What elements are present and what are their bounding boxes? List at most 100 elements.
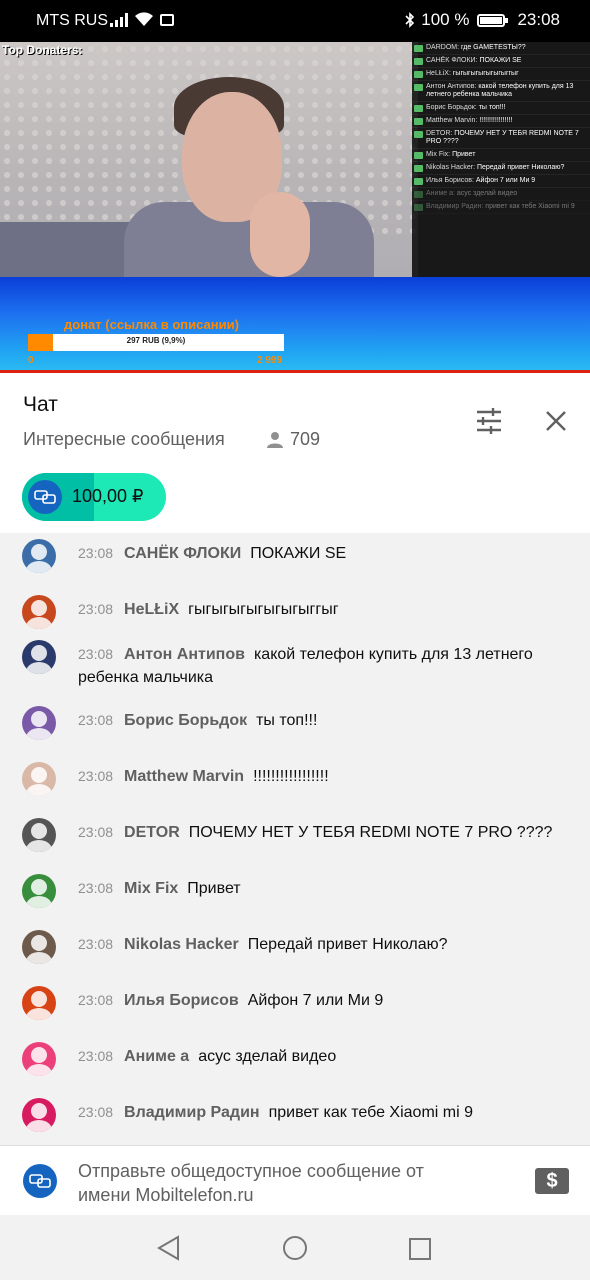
message-text: гыгыгыгыгыгыгыггыг [188,601,339,618]
message-author[interactable]: Аниме а [124,1048,189,1065]
message-time: 23:08 [78,1048,114,1064]
battery-percent: 100 % [421,10,470,29]
author-avatar[interactable] [22,762,56,796]
message-time: 23:08 [78,646,114,662]
overlay-author: САНЁК ФЛОКИ: [426,57,478,64]
message-time: 23:08 [78,936,114,952]
donation-min: 0 [28,355,34,366]
message-author[interactable]: HeLŁiX [124,601,179,618]
donation-banner: донат (ссылка в описании) 297 RUB (9,9%)… [0,277,590,372]
overlay-chat-row: Mix Fix: Привет [412,149,590,162]
chat-mode-selector[interactable]: Интересные сообщения [23,429,225,450]
author-avatar[interactable] [22,986,56,1020]
overlay-author: Владимир Радин: [426,203,484,210]
chat-title: Чат [23,393,58,416]
overlay-text: где GAMETESTЫ?? [461,44,526,51]
overlay-chat-row: Владимир Радин: привет как тебе Xiaomi m… [412,201,590,214]
overlay-text: Айфон 7 или Ми 9 [475,177,536,184]
carrier-label: MTS RUS [36,12,108,29]
super-chat-amount: 100,00 ₽ [72,486,144,506]
message-time: 23:08 [78,824,114,840]
super-chat-chip[interactable]: 100,00 ₽ [22,473,166,521]
author-avatar[interactable] [22,874,56,908]
chat-input[interactable]: Отправьте общедоступное сообщение от име… [78,1159,478,1207]
overlay-author: DETOR: [426,130,453,137]
recents-icon[interactable] [408,1237,432,1261]
stream-overlay-chat: DARDOM: где GAMETESTЫ?? САНЁК ФЛОКИ: ПОКА… [412,42,590,277]
back-icon[interactable] [156,1235,182,1261]
overlay-chat-row: Nikolas Hacker: Передай привет Николаю? [412,162,590,175]
message-text: ПОКАЖИ SE [250,545,347,562]
overlay-author: Аниме а: [426,190,455,197]
overlay-text: Привет [452,151,476,158]
overlay-chat-row: САНЁК ФЛОКИ: ПОКАЖИ SE [412,55,590,68]
signal-icon [110,13,128,27]
overlay-text: Передай привет Николаю? [476,164,565,171]
message-author[interactable]: Владимир Радин [124,1104,260,1121]
message-time: 23:08 [78,768,114,784]
person-icon [267,431,283,448]
message-author[interactable]: Nikolas Hacker [124,936,239,953]
chat-message-list[interactable]: 23:08 САНЁК ФЛОКИ ПОКАЖИ SE 23:08 HeLŁiX гыгы… [0,533,590,1145]
author-avatar[interactable] [22,595,56,629]
message-text: ПОЧЕМУ НЕТ У ТЕБЯ REDMI NOTE 7 PRO ???? [188,824,553,841]
bluetooth-icon [405,12,415,28]
overlay-chat-row: HeLŁiX: гыгыгыгыгыгыгыггыг [412,68,590,81]
overlay-avatar [414,131,423,138]
close-icon[interactable] [544,409,568,433]
super-chat-icon [28,480,62,514]
overlay-avatar [414,58,423,65]
overlay-author: DARDOM: [426,44,460,51]
author-avatar[interactable] [22,1042,56,1076]
author-avatar[interactable] [22,640,56,674]
message-time: 23:08 [78,712,114,728]
donation-progress-bar: 297 RUB (9,9%) [28,334,284,351]
dollar-icon[interactable]: $ [535,1168,569,1194]
overlay-author: Mix Fix: [426,151,451,158]
author-avatar[interactable] [22,539,56,573]
overlay-text: !!!!!!!!!!!!!!!!! [479,117,513,124]
overlay-text: ты топ!!! [478,104,506,111]
message-author[interactable]: Mix Fix [124,880,178,897]
message-author[interactable]: Антон Антипов [124,646,245,663]
message-author[interactable]: Matthew Marvin [124,768,244,785]
message-author[interactable]: САНЁК ФЛОКИ [124,545,241,562]
message-author[interactable]: DETOR [124,824,180,841]
overlay-avatar [414,84,423,91]
video-player[interactable]: Top Donaters: DARDOM: где GAMETESTЫ?? САН… [0,42,590,372]
overlay-avatar [414,204,423,211]
overlay-avatar [414,45,423,52]
battery-icon [477,13,509,27]
overlay-avatar [414,71,423,78]
overlay-avatar [414,105,423,112]
donation-title: донат (ссылка в описании) [64,317,239,332]
tune-icon[interactable] [474,407,504,435]
donation-max: 2 999 [257,355,283,366]
author-avatar[interactable] [22,706,56,740]
message-text: асус зделай видео [198,1048,337,1065]
author-avatar[interactable] [22,930,56,964]
overlay-avatar [414,191,423,198]
home-icon[interactable] [282,1235,308,1261]
notification-icon [160,14,174,26]
top-donaters-label: Top Donaters: [2,43,83,57]
super-chat-button[interactable] [23,1164,57,1198]
overlay-chat-row: Matthew Marvin: !!!!!!!!!!!!!!!!! [412,115,590,128]
message-author[interactable]: Илья Борисов [124,992,239,1009]
message-author[interactable]: Борис Борьдок [124,712,247,729]
author-avatar[interactable] [22,818,56,852]
overlay-author: HeLŁiX: [426,70,451,77]
status-bar: MTS RUS 100 % 23:08 [0,0,590,42]
author-avatar[interactable] [22,1098,56,1132]
message-time: 23:08 [78,545,114,561]
overlay-avatar [414,165,423,172]
overlay-avatar [414,118,423,125]
overlay-author: Борис Борьдок: [426,104,477,111]
overlay-avatar [414,178,423,185]
message-text: !!!!!!!!!!!!!!!!! [253,768,329,785]
overlay-chat-row: Антон Антипов: какой телефон купить для … [412,81,590,102]
message-time: 23:08 [78,992,114,1008]
navigation-bar [0,1215,590,1280]
message-text: Передай привет Николаю? [247,936,448,953]
message-time: 23:08 [78,880,114,896]
